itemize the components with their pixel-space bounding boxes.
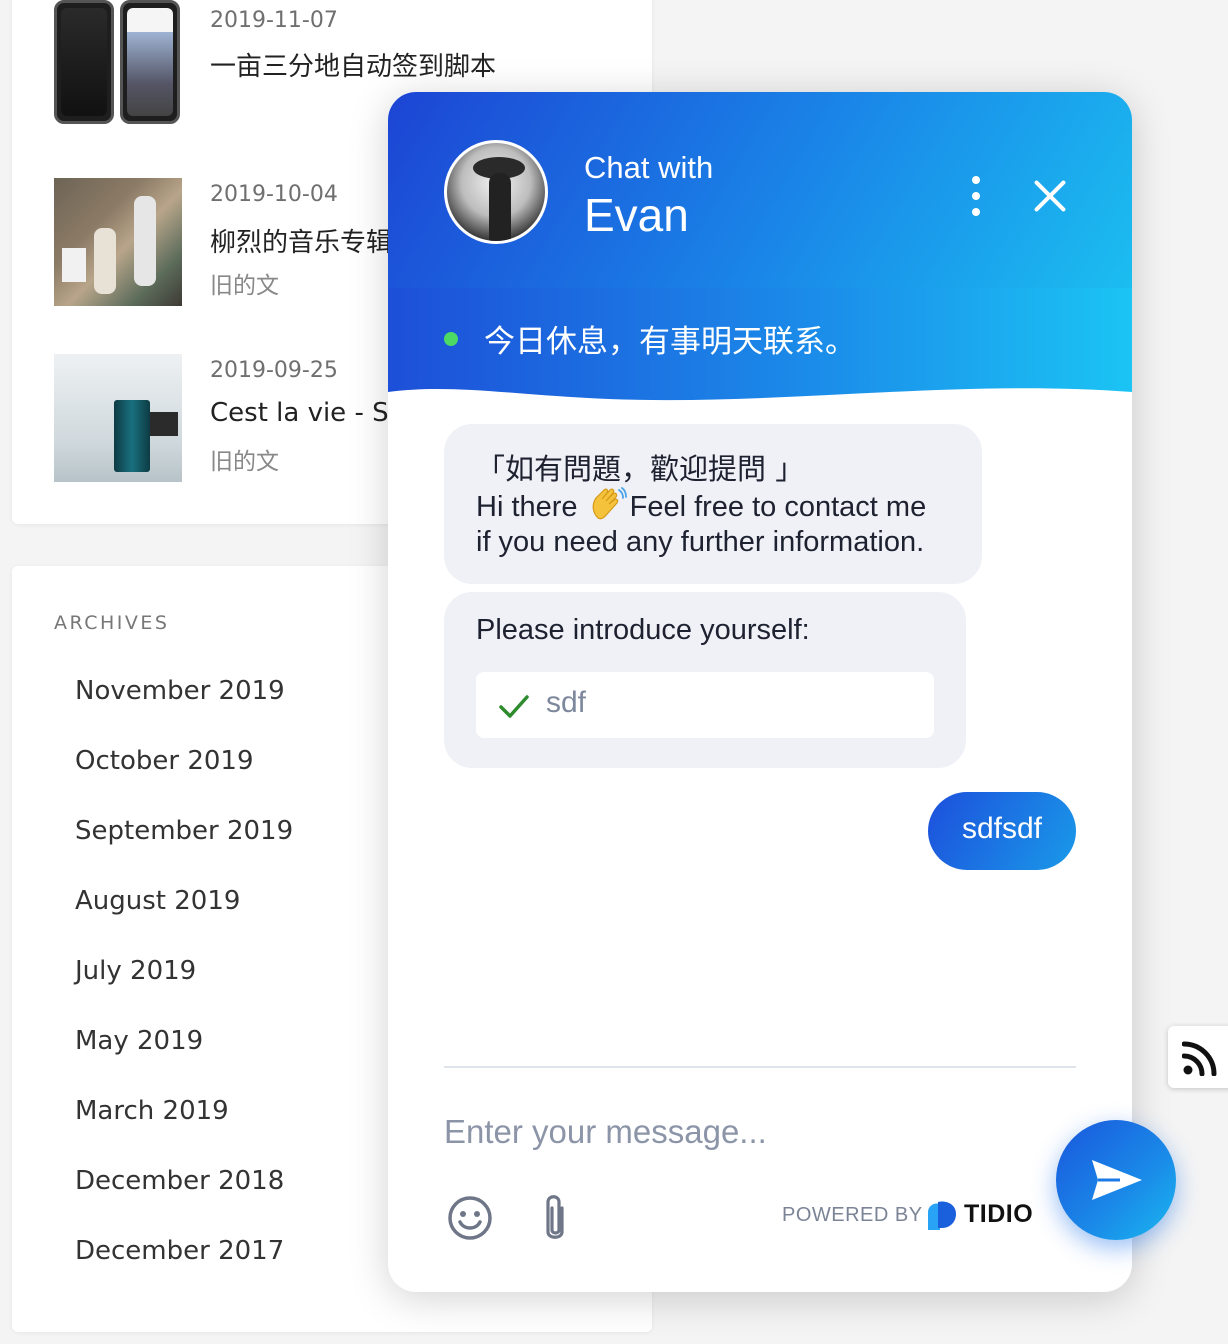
post-category[interactable]: 旧的文: [210, 266, 279, 300]
chat-header: Chat with Evan: [388, 92, 1132, 288]
agent-name: Evan: [584, 189, 689, 241]
tidio-brand[interactable]: TIDIO: [964, 1200, 1033, 1229]
archive-link[interactable]: October 2019: [75, 746, 253, 776]
post-date: 2019-09-25: [210, 358, 338, 383]
online-status-dot: [444, 332, 458, 346]
visitor-message: sdfsdf: [928, 792, 1076, 870]
chat-with-label: Chat with: [584, 150, 714, 185]
paperclip-icon[interactable]: [538, 1192, 572, 1246]
archive-link[interactable]: March 2019: [75, 1096, 229, 1126]
message-line: Hi there Feel free to contact me: [476, 486, 926, 524]
archives-heading: ARCHIVES: [54, 612, 170, 634]
form-question: Please introduce yourself:: [476, 614, 810, 646]
rss-button[interactable]: [1168, 1026, 1228, 1088]
archive-link[interactable]: August 2019: [75, 886, 240, 916]
rss-icon: [1182, 1041, 1217, 1076]
archive-link[interactable]: May 2019: [75, 1026, 203, 1056]
menu-icon[interactable]: [964, 176, 988, 216]
post-thumbnail[interactable]: [54, 178, 182, 306]
agent-avatar: [444, 140, 548, 244]
input-divider: [444, 1066, 1076, 1068]
emoji-icon[interactable]: [446, 1194, 494, 1242]
check-icon: [499, 695, 529, 718]
operator-message: 「如有問題，歡迎提問 」 Hi there Feel free to conta…: [444, 424, 982, 584]
post-title[interactable]: 一亩三分地自动签到脚本: [210, 46, 496, 83]
message-input[interactable]: [444, 1108, 1044, 1156]
form-answer-field[interactable]: sdf: [476, 672, 934, 738]
chat-widget: Chat with Evan 今日休息，有事明天联系。 「如有問題，歡迎提問 」…: [388, 92, 1132, 1292]
post-category[interactable]: 旧的文: [210, 442, 279, 476]
form-answer-value: sdf: [546, 686, 587, 719]
status-message: 今日休息，有事明天联系。: [484, 324, 856, 360]
message-text: sdfsdf: [961, 812, 1043, 845]
message-line: if you need any further information.: [476, 526, 925, 558]
send-icon: [1092, 1160, 1142, 1200]
archive-link[interactable]: July 2019: [75, 956, 196, 986]
powered-by-label: POWERED BY: [782, 1204, 923, 1226]
post-thumbnail[interactable]: [54, 354, 182, 482]
message-text: Hi there: [476, 491, 578, 523]
send-button[interactable]: [1056, 1120, 1176, 1240]
archive-link[interactable]: September 2019: [75, 816, 293, 846]
close-icon[interactable]: [1032, 178, 1068, 214]
archive-link[interactable]: December 2017: [75, 1236, 284, 1266]
post-title[interactable]: 柳烈的音乐专辑: [210, 222, 392, 259]
tidio-logo-icon[interactable]: [924, 1198, 960, 1232]
waving-hand-icon: [592, 487, 627, 520]
post-date: 2019-10-04: [210, 182, 338, 207]
message-text: Feel free to contact me: [629, 491, 927, 523]
status-banner: 今日休息，有事明天联系。: [388, 288, 1132, 418]
operator-form-message: Please introduce yourself: sdf: [444, 592, 966, 768]
post-title[interactable]: Cest la vie - Se: [210, 398, 405, 428]
archive-link[interactable]: December 2018: [75, 1166, 284, 1196]
post-date: 2019-11-07: [210, 8, 338, 33]
message-line: 「如有問題，歡迎提問 」: [476, 452, 805, 486]
archive-link[interactable]: November 2019: [75, 676, 285, 706]
post-thumbnail[interactable]: [54, 0, 182, 128]
